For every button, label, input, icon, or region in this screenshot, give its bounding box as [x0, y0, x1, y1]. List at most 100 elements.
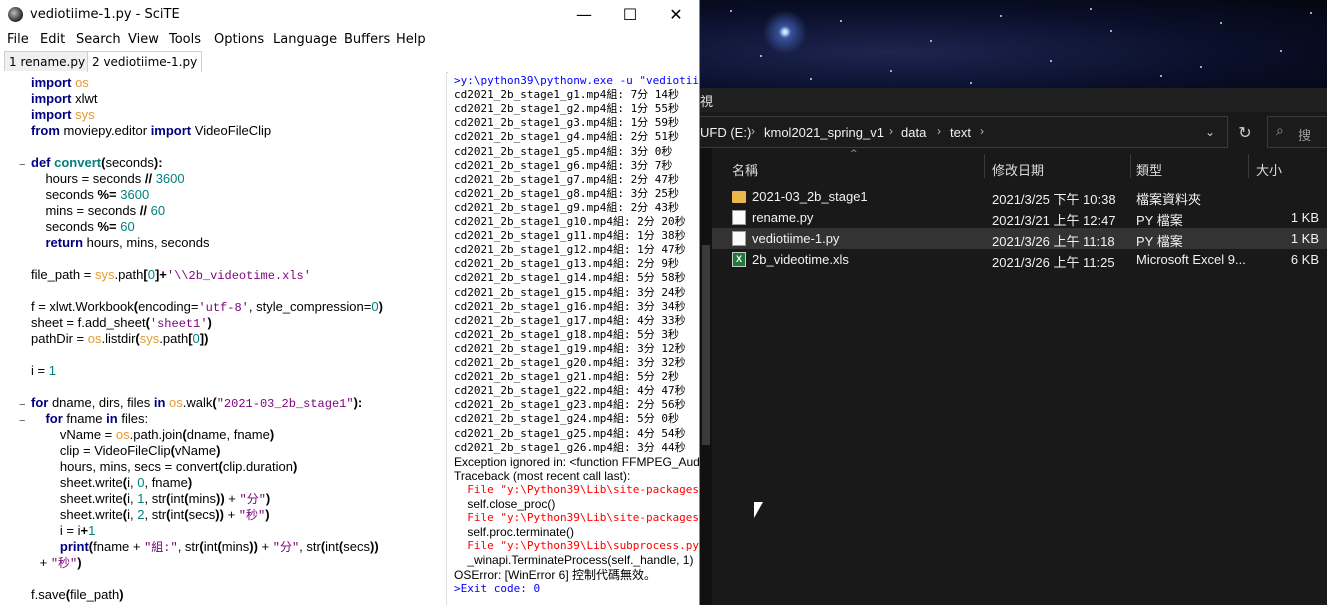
minimize-button[interactable]: — — [561, 0, 607, 30]
code-line[interactable]: sheet.write(i, 1, str(int(mins)) + "分") — [0, 491, 446, 507]
code-line[interactable] — [0, 283, 446, 299]
code-line[interactable]: clip = VideoFileClip(vName) — [0, 443, 446, 459]
column-type[interactable]: 類型 — [1136, 160, 1162, 179]
refresh-icon[interactable]: ↻ — [1230, 118, 1260, 148]
code-line[interactable]: − for fname in files: — [0, 411, 446, 427]
output-line: cd2021_2b_stage1_g6.mp4組: 3分 7秒 — [454, 158, 673, 172]
address-bar[interactable]: UFD (E:) › kmol2021_spring_v1 › data › t… — [700, 116, 1228, 148]
breadcrumb-folder[interactable]: kmol2021_spring_v1 — [764, 125, 884, 140]
breadcrumb-folder[interactable]: text — [950, 125, 971, 140]
code-text: i = 1 — [31, 363, 56, 379]
code-token: dname, fname — [186, 427, 270, 442]
code-line[interactable]: import xlwt — [0, 91, 446, 107]
code-line[interactable]: pathDir = os.listdir(sys.path[0]) — [0, 331, 446, 347]
code-line[interactable]: f = xlwt.Workbook(encoding='utf-8', styl… — [0, 299, 446, 315]
explorer-ribbon-fragment[interactable]: 視 — [700, 91, 713, 110]
code-line[interactable]: from moviepy.editor import VideoFileClip — [0, 123, 446, 139]
output-line: >y:\python39\pythonw.exe -u "vediotiime-… — [454, 74, 699, 87]
code-line[interactable]: hours, mins, secs = convert(clip.duratio… — [0, 459, 446, 475]
excel-file-icon: X — [732, 252, 746, 267]
code-line[interactable]: mins = seconds // 60 — [0, 203, 446, 219]
code-token: secs — [343, 539, 370, 554]
file-row[interactable]: 2021-03_2b_stage1 2021/3/25 下午 10:38 檔案資… — [712, 186, 1327, 207]
code-line[interactable]: − for dname, dirs, files in os.walk("2021… — [0, 395, 446, 411]
code-token: f.save — [31, 587, 66, 602]
menu-file[interactable]: File — [7, 32, 29, 47]
output-scrollbar-thumb[interactable] — [702, 245, 710, 445]
breadcrumb-drive[interactable]: UFD (E:) — [700, 125, 751, 140]
menu-view[interactable]: View — [128, 32, 159, 47]
menu-language[interactable]: Language — [273, 32, 337, 47]
code-token: .path — [114, 267, 144, 282]
menu-help[interactable]: Help — [396, 32, 426, 47]
tab-rename-py[interactable]: 1 rename.py — [4, 51, 91, 71]
code-text: sheet.write(i, 2, str(int(secs)) + "秒") — [31, 507, 270, 524]
menu-edit[interactable]: Edit — [40, 32, 65, 47]
code-line[interactable]: vName = os.path.join(dname, fname) — [0, 427, 446, 443]
code-editor[interactable]: import os import xlwt import sys from movie… — [0, 72, 447, 605]
code-line[interactable]: − def convert(seconds): — [0, 155, 446, 171]
code-line[interactable]: seconds %= 60 — [0, 219, 446, 235]
menu-search[interactable]: Search — [76, 32, 121, 47]
code-line[interactable] — [0, 139, 446, 155]
code-line[interactable]: import sys — [0, 107, 446, 123]
breadcrumb-separator-icon: › — [889, 124, 893, 138]
file-row-selected[interactable]: vediotiime-1.py 2021/3/26 上午 11:18 PY 檔案… — [712, 228, 1327, 249]
code-token: , str — [144, 507, 167, 522]
column-divider[interactable] — [984, 154, 985, 178]
code-line[interactable] — [0, 347, 446, 363]
code-line[interactable]: hours = seconds // 3600 — [0, 171, 446, 187]
column-size[interactable]: 大小 — [1256, 160, 1282, 179]
column-name[interactable]: 名稱 — [732, 160, 758, 179]
code-line[interactable]: import os — [0, 75, 446, 91]
close-button[interactable]: ✕ — [653, 0, 699, 30]
code-line[interactable]: i = 1 — [0, 363, 446, 379]
breadcrumb-separator-icon: › — [937, 124, 941, 138]
code-token: "2021-03_2b_stage1" — [216, 397, 354, 411]
code-line[interactable]: f.save(file_path) — [0, 587, 446, 603]
code-token: files: — [117, 411, 149, 426]
code-token: def — [31, 155, 51, 170]
code-line[interactable]: return hours, mins, seconds — [0, 235, 446, 251]
star — [890, 70, 892, 72]
column-divider[interactable] — [1130, 154, 1131, 178]
output-pane[interactable]: >y:\python39\pythonw.exe -u "vediotiime-… — [448, 72, 699, 605]
code-line[interactable]: sheet = f.add_sheet('sheet1') — [0, 315, 446, 332]
code-token: 'sheet1' — [149, 317, 208, 331]
search-box[interactable]: ⌕ 搜 — [1267, 116, 1327, 148]
code-token: ) — [207, 315, 212, 330]
column-date[interactable]: 修改日期 — [992, 160, 1044, 179]
column-divider[interactable] — [1248, 154, 1249, 178]
menu-buffers[interactable]: Buffers — [344, 32, 390, 47]
code-token: file_path — [70, 587, 120, 602]
file-row[interactable]: X 2b_videotime.xls 2021/3/26 上午 11:25 Mi… — [712, 249, 1327, 270]
chevron-down-icon[interactable]: ⌄ — [1200, 122, 1220, 142]
code-token: import — [31, 107, 72, 122]
menu-options[interactable]: Options — [214, 32, 264, 47]
menu-tools[interactable]: Tools — [169, 32, 201, 47]
file-date: 2021/3/25 下午 10:38 — [992, 192, 1116, 207]
code-line[interactable]: print(fname + "組:", str(int(mins)) + "分"… — [0, 539, 446, 555]
code-line[interactable]: file_path = sys.path[0]+'\\2b_videotime.… — [0, 267, 446, 283]
code-line[interactable] — [0, 571, 446, 587]
code-line[interactable]: i = i+1 — [0, 523, 446, 539]
file-row[interactable]: rename.py 2021/3/21 上午 12:47 PY 檔案 1 KB — [712, 207, 1327, 228]
tab-vediotiime-1-py[interactable]: 2 vediotiime-1.py — [87, 51, 203, 73]
code-line[interactable] — [0, 251, 446, 267]
file-date: 2021/3/26 上午 11:18 — [992, 234, 1115, 249]
code-line[interactable]: sheet.write(i, 0, fname) — [0, 475, 446, 491]
maximize-button[interactable]: ☐ — [607, 0, 653, 30]
code-line[interactable]: seconds %= 3600 — [0, 187, 446, 203]
code-line[interactable]: + "秒") — [0, 555, 446, 571]
code-text: return hours, mins, seconds — [31, 235, 209, 251]
code-line[interactable] — [0, 379, 446, 395]
breadcrumb-folder[interactable]: data — [901, 125, 926, 140]
code-text: import sys — [31, 107, 95, 123]
code-line[interactable]: sheet.write(i, 2, str(int(secs)) + "秒") — [0, 507, 446, 524]
code-text: for fname in files: — [31, 411, 148, 427]
code-text: sheet = f.add_sheet('sheet1') — [31, 315, 212, 332]
code-token: pathDir = — [31, 331, 88, 346]
code-token: mins = seconds — [31, 203, 140, 218]
code-token: 'utf-8' — [198, 301, 249, 315]
title-bar[interactable]: vediotiime-1.py - SciTE — ☐ ✕ — [0, 0, 699, 30]
